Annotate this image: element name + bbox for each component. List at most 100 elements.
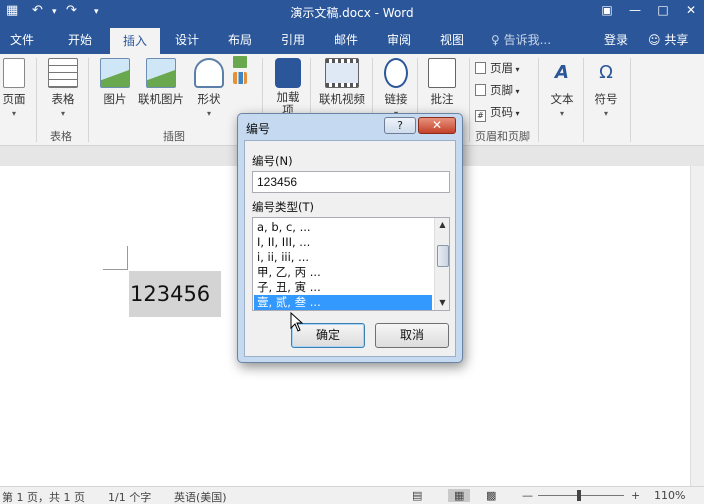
table-icon: [48, 58, 78, 88]
print-layout-icon[interactable]: ▦: [448, 489, 471, 502]
pictures-button[interactable]: 图片: [96, 58, 134, 107]
tab-insert[interactable]: 插入: [110, 28, 160, 54]
ribbon-separator: [36, 58, 37, 142]
ribbon-separator: [583, 58, 584, 142]
scroll-down-icon[interactable]: ▼: [435, 296, 449, 310]
link-icon: [384, 58, 408, 88]
smartart-button[interactable]: [232, 56, 248, 84]
group-illustrations-label: 插图: [163, 130, 185, 143]
scroll-up-icon[interactable]: ▲: [435, 218, 449, 232]
number-type-label: 编号类型(T): [252, 200, 314, 214]
zoom-slider-thumb[interactable]: [577, 490, 581, 501]
chevron-down-icon: ▾: [11, 109, 16, 118]
read-mode-icon[interactable]: ▤: [412, 489, 422, 502]
chevron-down-icon: ▾: [206, 109, 211, 118]
help-button[interactable]: ?: [384, 117, 416, 134]
footer-label: 页脚: [490, 83, 513, 97]
margin-marker: [103, 269, 127, 270]
store-icon: [275, 58, 301, 88]
links-label: 链接: [384, 92, 408, 106]
maximize-icon[interactable]: □: [650, 3, 676, 17]
ribbon-separator: [469, 58, 470, 142]
omega-icon: Ω: [599, 62, 613, 83]
tell-me-search[interactable]: ♀ 告诉我...: [491, 31, 551, 48]
close-button[interactable]: ✕: [418, 117, 456, 134]
number-input[interactable]: [252, 171, 450, 193]
number-field[interactable]: 123456: [129, 271, 221, 317]
scroll-thumb[interactable]: [437, 245, 449, 267]
sign-in-link[interactable]: 登录: [604, 31, 628, 48]
links-button[interactable]: 链接 ▾: [378, 58, 414, 118]
close-icon[interactable]: ✕: [678, 3, 704, 17]
tab-references[interactable]: 引用: [281, 31, 305, 48]
online-pictures-button[interactable]: 联机图片: [134, 58, 188, 107]
pages-icon: [3, 58, 25, 88]
chart-icon: [233, 72, 247, 84]
ribbon-tab-bar: 文件 开始 插入 设计 布局 引用 邮件 审阅 视图 ♀ 告诉我... 登录 ☺…: [0, 24, 704, 54]
status-bar: 第 1 页，共 1 页 1/1 个字 英语(美国) ▤ ▦ ▩ — + 110%: [0, 486, 704, 504]
page-count[interactable]: 第 1 页，共 1 页: [2, 489, 85, 504]
ribbon-separator: [88, 58, 89, 142]
shapes-button[interactable]: 形状 ▾: [191, 58, 227, 118]
comment-button[interactable]: 批注: [422, 58, 462, 107]
page-number-button[interactable]: # 页码 ▾: [475, 104, 520, 122]
zoom-slider[interactable]: [538, 495, 624, 496]
list-item[interactable]: i, ii, iii, ...: [254, 250, 432, 265]
page-number-label: 页码: [490, 105, 513, 119]
zoom-level[interactable]: 110%: [654, 489, 685, 502]
tab-home[interactable]: 开始: [68, 31, 92, 48]
tab-review[interactable]: 审阅: [387, 31, 411, 48]
ribbon-display-icon[interactable]: ▣: [594, 3, 620, 17]
list-item[interactable]: 甲, 乙, 丙 ...: [254, 265, 432, 280]
web-layout-icon[interactable]: ▩: [486, 489, 496, 502]
table-button[interactable]: 表格 ▾: [44, 58, 82, 118]
footer-icon: [475, 84, 486, 96]
text-button[interactable]: A 文本 ▾: [544, 58, 580, 118]
cancel-button[interactable]: 取消: [375, 323, 449, 348]
pages-label: 页面: [2, 92, 26, 106]
page-number-icon: #: [475, 110, 486, 122]
table-label: 表格: [51, 92, 75, 106]
tab-view[interactable]: 视图: [440, 31, 464, 48]
tab-layout[interactable]: 布局: [228, 31, 252, 48]
list-scrollbar[interactable]: ▲ ▼: [434, 218, 449, 310]
share-label: 共享: [664, 33, 689, 47]
online-video-button[interactable]: 联机视频: [314, 58, 370, 107]
chevron-down-icon: ▾: [513, 87, 520, 96]
number-type-list[interactable]: a, b, c, ... I, II, III, ... i, ii, iii,…: [252, 217, 450, 311]
text-box-icon: A: [555, 62, 569, 83]
symbols-button[interactable]: Ω 符号 ▾: [588, 58, 624, 118]
list-item[interactable]: I, II, III, ...: [254, 235, 432, 250]
language-indicator[interactable]: 英语(美国): [174, 489, 227, 504]
zoom-out-icon[interactable]: —: [522, 489, 533, 502]
group-table-label: 表格: [50, 130, 72, 143]
share-button[interactable]: ☺ 共享: [648, 31, 688, 48]
header-button[interactable]: 页眉 ▾: [475, 60, 520, 76]
chevron-down-icon: ▾: [559, 109, 564, 118]
tab-design[interactable]: 设计: [175, 31, 199, 48]
list-item[interactable]: a, b, c, ...: [254, 220, 432, 235]
list-item-selected[interactable]: 壹, 贰, 叁 ...: [254, 295, 432, 310]
tab-file[interactable]: 文件: [10, 31, 34, 48]
vertical-scrollbar[interactable]: [690, 166, 704, 486]
tab-mailings[interactable]: 邮件: [334, 31, 358, 48]
online-video-label: 联机视频: [319, 92, 365, 106]
minimize-icon[interactable]: —: [622, 3, 648, 17]
header-icon: [475, 62, 486, 74]
text-label: 文本: [550, 92, 574, 106]
shapes-icon: [194, 58, 224, 88]
zoom-in-icon[interactable]: +: [631, 489, 640, 502]
pages-button[interactable]: 页面 ▾: [0, 58, 32, 118]
list-item[interactable]: 子, 丑, 寅 ...: [254, 280, 432, 295]
comment-label: 批注: [430, 92, 454, 106]
picture-icon: [100, 58, 130, 88]
chevron-down-icon: ▾: [603, 109, 608, 118]
person-icon: ☺: [648, 33, 665, 47]
dialog-body: 编号(N) 编号类型(T) a, b, c, ... I, II, III, .…: [244, 140, 456, 357]
addins-button[interactable]: 加载 项: [268, 58, 308, 117]
footer-button[interactable]: 页脚 ▾: [475, 82, 520, 98]
mouse-pointer-icon: [290, 312, 304, 332]
group-header-footer-label: 页眉和页脚: [475, 130, 530, 143]
dialog-title: 编号: [246, 122, 271, 136]
word-count[interactable]: 1/1 个字: [108, 489, 151, 504]
